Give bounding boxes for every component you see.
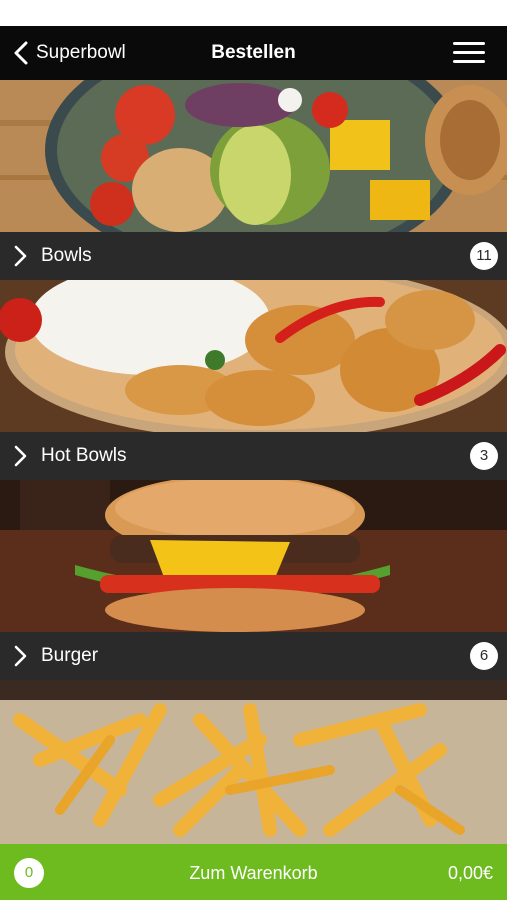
category-bar[interactable]: Hot Bowls 3 — [0, 432, 507, 480]
item-count-badge: 3 — [470, 442, 498, 470]
cart-total: 0,00€ — [447, 863, 493, 883]
back-button[interactable]: Superbowl — [14, 26, 126, 80]
item-count-badge: 11 — [470, 242, 498, 270]
back-button-label: Superbowl — [36, 42, 126, 63]
category-label: Hot Bowls — [41, 445, 127, 466]
top-navigation-bar: Superbowl Bestellen — [0, 26, 507, 80]
chevron-right-icon — [14, 445, 27, 467]
category-item-burger[interactable]: Burger 6 — [0, 480, 507, 680]
status-bar — [0, 0, 507, 26]
chevron-right-icon — [14, 245, 27, 267]
category-bar[interactable]: Burger 6 — [0, 632, 507, 680]
cart-button-label: Zum Warenkorb — [189, 863, 318, 883]
category-bar[interactable]: Bowls 11 — [0, 232, 507, 280]
item-count-badge: 6 — [470, 642, 498, 670]
burger-photo — [0, 480, 507, 632]
category-item-hot-bowls[interactable]: Hot Bowls 3 — [0, 280, 507, 480]
category-label: Bowls — [41, 245, 92, 266]
chevron-left-icon — [14, 41, 28, 65]
category-label: Burger — [41, 645, 99, 666]
category-item-fries[interactable] — [0, 680, 507, 844]
hamburger-menu-icon[interactable] — [453, 40, 485, 66]
salad-bowl-photo — [0, 80, 507, 232]
category-list[interactable]: Bowls 11 Hot Bowls 3 Burger 6 — [0, 80, 507, 844]
category-item-bowls[interactable]: Bowls 11 — [0, 80, 507, 280]
cart-button[interactable]: 0 Zum Warenkorb 0,00€ — [0, 844, 507, 900]
chevron-right-icon — [14, 645, 27, 667]
chicken-rice-photo — [0, 280, 507, 432]
fries-photo — [0, 680, 507, 844]
